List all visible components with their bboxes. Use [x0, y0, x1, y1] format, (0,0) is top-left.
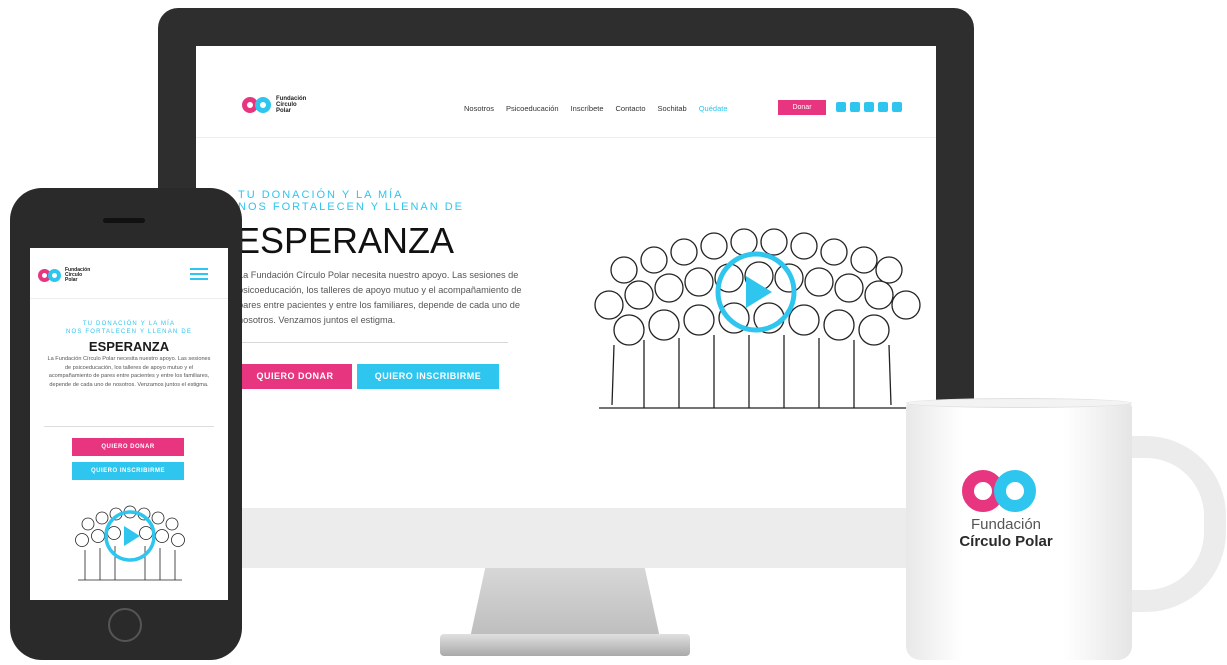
mobile-hero-kicker: TU DONACIÓN Y LA MÍA NOS FORTALECEN Y LL…: [30, 320, 228, 336]
mobile-kicker-line-1: TU DONACIÓN Y LA MÍA: [82, 321, 176, 327]
infinity-logo-icon: [242, 97, 272, 113]
mobile-kicker-line-2: NOS FORTALECEN Y LLENAN DE: [65, 329, 193, 335]
hero-divider: [238, 342, 508, 343]
main-nav: Nosotros Psicoeducación Inscríbete Conta…: [464, 104, 728, 113]
hero-kicker: TU DONACIÓN Y LA MÍA NOS FORTALECEN Y LL…: [238, 189, 464, 213]
nav-nosotros[interactable]: Nosotros: [464, 104, 494, 113]
donate-button[interactable]: QUIERO DONAR: [238, 364, 352, 389]
infinity-logo-icon: [38, 269, 62, 282]
mug-infinity-logo-icon: [962, 470, 1058, 512]
instagram-icon[interactable]: [836, 102, 846, 112]
social-links: [836, 102, 902, 112]
mug-handle: [1120, 436, 1226, 612]
register-button[interactable]: QUIERO INSCRIBIRME: [357, 364, 499, 389]
facebook-icon[interactable]: [850, 102, 860, 112]
nav-quedate[interactable]: Quédate: [699, 104, 728, 113]
hero-kicker-line-2: NOS FORTALECEN Y LLENAN DE: [238, 201, 465, 213]
twitter-icon[interactable]: [892, 102, 902, 112]
phone-home-button: [108, 608, 142, 642]
mobile-header-divider: [30, 298, 228, 299]
hero-kicker-line-1: TU DONACIÓN Y LA MÍA: [238, 189, 404, 201]
hamburger-menu-icon[interactable]: [190, 268, 208, 280]
mobile-register-button[interactable]: QUIERO INSCRIBIRME: [72, 462, 184, 480]
mobile-crowd-illustration-video[interactable]: [70, 490, 190, 582]
mobile-screen: Fundación Círculo Polar TU DONACIÓN Y LA…: [30, 248, 228, 600]
linkedin-icon[interactable]: [864, 102, 874, 112]
monitor-chin: [158, 508, 974, 568]
monitor-stand: [470, 568, 660, 638]
nav-contacto[interactable]: Contacto: [616, 104, 646, 113]
mobile-logo-line-3: Polar: [65, 277, 78, 283]
mug-rim: [906, 398, 1132, 408]
monitor-stand-base: [440, 634, 690, 656]
site-logo[interactable]: Fundación Círculo Polar: [242, 96, 306, 114]
header-donate-button[interactable]: Donar: [778, 100, 826, 115]
nav-inscribete[interactable]: Inscríbete: [571, 104, 604, 113]
mobile-hero-title: ESPERANZA: [88, 339, 170, 354]
mobile-hero-description: La Fundación Círculo Polar necesita nues…: [47, 356, 211, 388]
nav-sochitab[interactable]: Sochitab: [658, 104, 687, 113]
crowd-illustration-video[interactable]: [584, 180, 929, 412]
mug-brand-line-2: Círculo Polar: [959, 533, 1053, 550]
youtube-icon[interactable]: [878, 102, 888, 112]
site-header: Fundación Círculo Polar Nosotros Psicoed…: [196, 46, 936, 138]
desktop-screen: Fundación Círculo Polar Nosotros Psicoed…: [196, 46, 936, 508]
mobile-divider: [44, 426, 214, 427]
hero-description: La Fundación Círculo Polar necesita nues…: [238, 270, 522, 325]
hero-title: ESPERANZA: [236, 220, 455, 261]
phone-speaker: [103, 218, 145, 223]
logo-line-3: Polar: [276, 108, 292, 114]
mobile-logo[interactable]: Fundación Círculo Polar: [38, 268, 90, 283]
mobile-donate-button[interactable]: QUIERO DONAR: [72, 438, 184, 456]
nav-psicoeducacion[interactable]: Psicoeducación: [506, 104, 559, 113]
mug-brand-line-1: Fundación: [970, 516, 1042, 533]
